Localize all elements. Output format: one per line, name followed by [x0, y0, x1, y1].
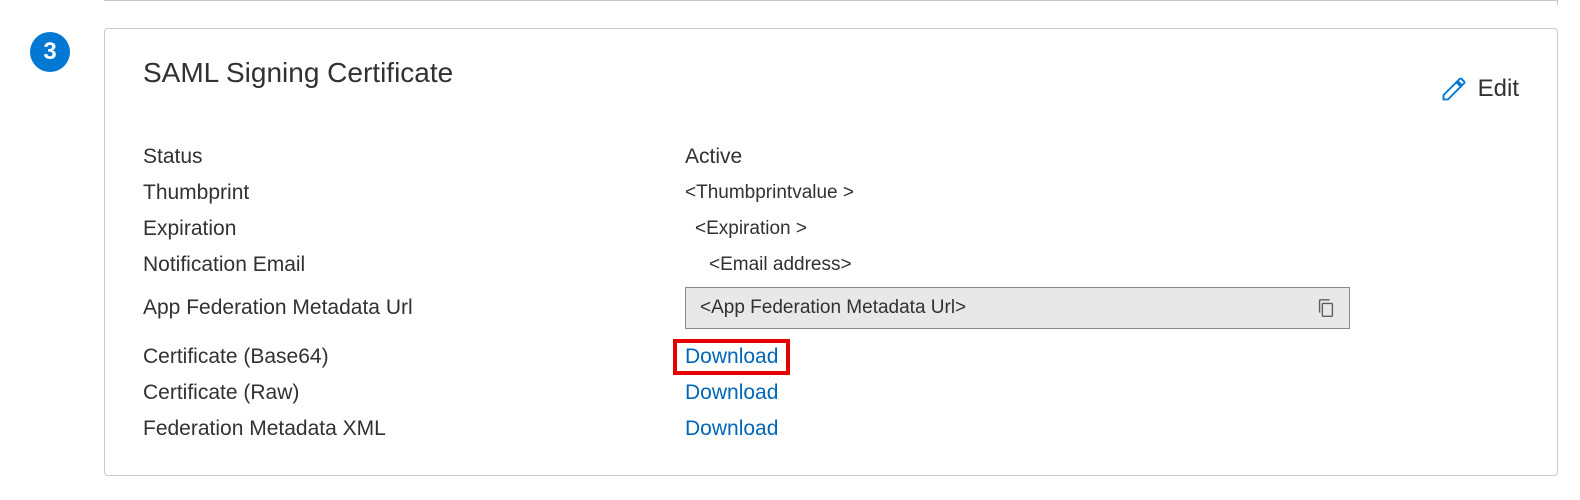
saml-certificate-card: SAML Signing Certificate Edit Status Act… — [104, 28, 1558, 476]
thumbprint-label: Thumbprint — [143, 181, 685, 205]
row-federation-xml: Federation Metadata XML Download — [143, 411, 1519, 447]
cert-base64-label: Certificate (Base64) — [143, 345, 685, 369]
highlight-box: Download — [673, 339, 790, 375]
notification-email-value: <Email address> — [685, 254, 852, 276]
row-status: Status Active — [143, 139, 1519, 175]
metadata-url-field[interactable]: <App Federation Metadata Url> — [685, 287, 1350, 329]
copy-icon — [1315, 297, 1337, 319]
row-notification-email: Notification Email <Email address> — [143, 247, 1519, 283]
row-expiration: Expiration <Expiration > — [143, 211, 1519, 247]
status-label: Status — [143, 145, 685, 169]
step-number-badge: 3 — [30, 32, 70, 72]
status-value: Active — [685, 145, 742, 169]
previous-card-edge — [104, 0, 1558, 5]
row-metadata-url: App Federation Metadata Url <App Federat… — [143, 287, 1519, 329]
step-number-text: 3 — [43, 38, 56, 66]
card-header: SAML Signing Certificate Edit — [143, 57, 1519, 103]
notification-email-label: Notification Email — [143, 253, 685, 277]
federation-xml-download-link[interactable]: Download — [685, 417, 778, 441]
metadata-url-label: App Federation Metadata Url — [143, 296, 685, 320]
cert-raw-download-link[interactable]: Download — [685, 381, 778, 405]
row-cert-raw: Certificate (Raw) Download — [143, 375, 1519, 411]
card-title: SAML Signing Certificate — [143, 57, 453, 89]
pencil-icon — [1440, 75, 1468, 103]
federation-xml-label: Federation Metadata XML — [143, 417, 685, 441]
edit-button[interactable]: Edit — [1440, 57, 1519, 103]
expiration-label: Expiration — [143, 217, 685, 241]
copy-button[interactable] — [1313, 295, 1339, 321]
expiration-value: <Expiration > — [685, 218, 807, 240]
row-cert-base64: Certificate (Base64) Download — [143, 339, 1519, 375]
cert-raw-label: Certificate (Raw) — [143, 381, 685, 405]
cert-base64-download-link[interactable]: Download — [685, 345, 778, 368]
thumbprint-value: <Thumbprintvalue > — [685, 182, 854, 204]
edit-button-label: Edit — [1478, 75, 1519, 103]
row-thumbprint: Thumbprint <Thumbprintvalue > — [143, 175, 1519, 211]
metadata-url-value: <App Federation Metadata Url> — [700, 297, 1313, 319]
